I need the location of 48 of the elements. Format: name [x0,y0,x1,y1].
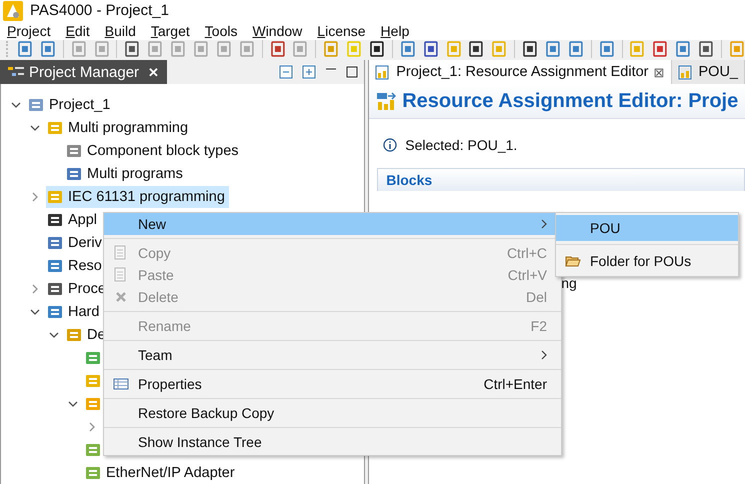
collapse-all-icon[interactable] [279,65,294,79]
expand-all-icon[interactable] [302,65,316,79]
tree-item[interactable]: Deriv [46,232,106,254]
menu-item[interactable]: Project [7,23,51,40]
tree-item[interactable]: Hard [46,300,104,322]
menu-item[interactable]: Window [252,23,302,40]
delete-icon [115,291,127,303]
tree-item[interactable]: Project_1 [27,94,114,116]
chevron-right-icon[interactable] [30,284,40,294]
menu-item[interactable]: Help [380,23,410,40]
chevron-down-icon[interactable] [30,122,40,132]
chevron-down-icon[interactable] [68,398,78,408]
context-menu-item[interactable]: Team [104,340,561,366]
list-text: ng [561,275,577,291]
context-menu-item[interactable]: Show Instance Tree [104,427,561,453]
close-icon[interactable]: ⊠ [654,64,664,80]
properties-icon [113,378,129,390]
menu-item[interactable]: License [317,23,366,40]
editor-heading: Resource Assignment Editor: Proje [402,90,738,112]
tree-item[interactable]: Reso [46,254,106,276]
info-icon [383,138,398,152]
tree-item[interactable]: Component block types [65,140,243,162]
submenu-item[interactable]: Folder for POUs [556,244,738,274]
chevron-down-icon[interactable] [49,330,59,340]
context-menu-item[interactable]: Properties Ctrl+Enter [104,369,561,395]
project-manager-tab[interactable]: Project Manager ✕ [0,60,168,84]
tree-item[interactable]: EtherNet/IP Adapter [84,462,239,484]
context-menu-item[interactable]: Restore Backup Copy [104,398,561,424]
menu-item[interactable]: Tools [204,23,238,40]
chevron-down-icon[interactable] [30,306,40,316]
close-icon[interactable]: ✕ [148,64,160,80]
editor-tab[interactable]: Project_1: Resource Assignment Editor ⊠ [369,60,672,84]
tree-item[interactable]: Multi programming [46,116,192,138]
chevron-down-icon[interactable] [11,100,21,110]
chevron-right-icon[interactable] [87,422,97,432]
menu-item[interactable]: Edit [66,23,90,40]
tree-item[interactable]: Multi programs [65,162,187,184]
window-title: PAS4000 - Project_1 [30,2,169,19]
info-message: Selected: POU_1. [405,137,518,153]
tree-item[interactable]: IEC 61131 programming [46,186,229,208]
submenu-item[interactable]: POU [556,215,738,241]
editor-tab[interactable]: POU_ [672,60,745,84]
menu-item[interactable]: Build [104,23,136,40]
tree-item[interactable]: Appl [46,208,102,230]
chevron-right-icon[interactable] [30,192,40,202]
maximize-icon[interactable] [346,66,358,78]
menu-item[interactable]: Target [150,23,190,40]
section-header[interactable]: Blocks [377,168,745,191]
